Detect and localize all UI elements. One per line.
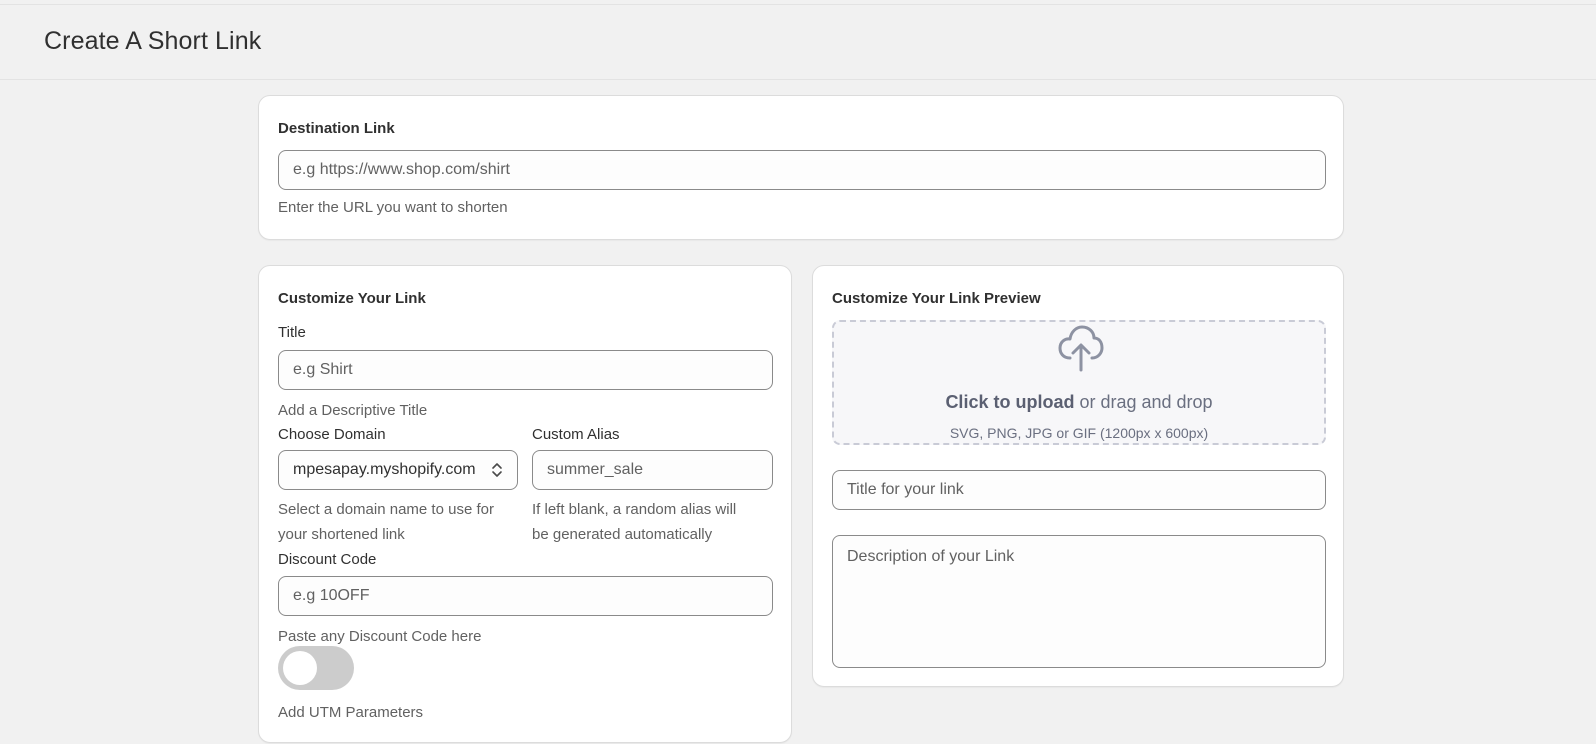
- utm-label: Add UTM Parameters: [278, 704, 424, 721]
- discount-label: Discount Code: [278, 551, 377, 568]
- domain-select-value: mpesapay.myshopify.com: [293, 461, 476, 478]
- alias-label: Custom Alias: [532, 426, 620, 443]
- title-help: Add a Descriptive Title: [278, 402, 428, 419]
- upload-click-text[interactable]: Click to upload: [945, 392, 1074, 412]
- link-description-textarea[interactable]: [832, 535, 1326, 668]
- link-preview-card: Customize Your Link Preview Click to upl…: [812, 265, 1344, 687]
- cloud-upload-icon: [1058, 324, 1104, 377]
- link-preview-title: Customize Your Link Preview: [832, 290, 1041, 307]
- page-header: Create A Short Link: [0, 5, 1596, 80]
- title-input[interactable]: [278, 350, 773, 390]
- upload-drag-text: or drag and drop: [1074, 392, 1213, 412]
- page-title: Create A Short Link: [44, 27, 262, 55]
- upload-hint: SVG, PNG, JPG or GIF (1200px x 600px): [949, 425, 1209, 441]
- customize-link-card: Customize Your Link Title Add a Descript…: [258, 265, 792, 743]
- discount-code-input[interactable]: [278, 576, 773, 616]
- chevron-up-down-icon: [491, 461, 503, 479]
- alias-help-line-2: be generated automatically: [532, 526, 713, 543]
- domain-label: Choose Domain: [278, 426, 386, 443]
- destination-card: Destination Link Enter the URL you want …: [258, 95, 1344, 240]
- utm-toggle-knob: [283, 651, 317, 685]
- title-label: Title: [278, 324, 306, 341]
- upload-instructions: Click to upload or drag and drop: [834, 392, 1324, 413]
- customize-link-title: Customize Your Link: [278, 290, 426, 307]
- destination-url-input[interactable]: [278, 150, 1326, 190]
- utm-toggle[interactable]: [278, 646, 354, 690]
- custom-alias-input[interactable]: [532, 450, 773, 490]
- destination-help: Enter the URL you want to shorten: [278, 199, 508, 216]
- domain-select[interactable]: mpesapay.myshopify.com: [278, 450, 518, 490]
- domain-help-line-2: your shortened link: [278, 526, 405, 543]
- domain-help-line-1: Select a domain name to use for: [278, 501, 494, 518]
- image-upload-dropzone[interactable]: Click to upload or drag and drop SVG, PN…: [832, 320, 1326, 445]
- destination-title: Destination Link: [278, 120, 395, 137]
- alias-help-line-1: If left blank, a random alias will: [532, 501, 737, 518]
- link-title-input[interactable]: [832, 470, 1326, 510]
